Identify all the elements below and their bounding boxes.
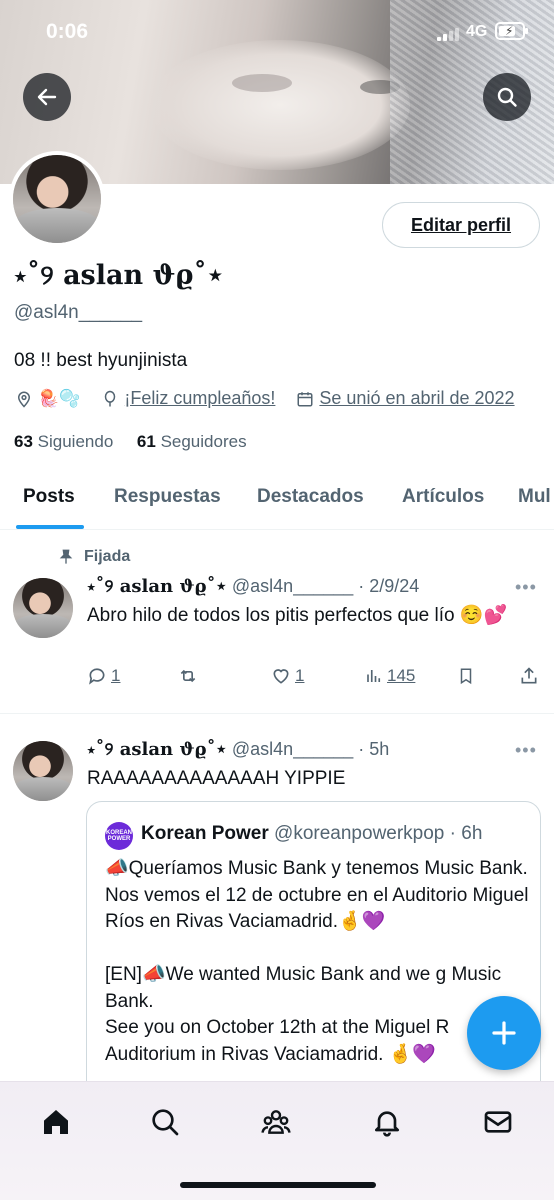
following-link[interactable]: 63 Siguiendo <box>14 432 113 451</box>
post-time[interactable]: · 5h <box>358 739 389 759</box>
status-bar: 0:06 4G ⚡ <box>0 0 554 64</box>
post-avatar[interactable] <box>13 578 73 638</box>
profile-bio: 08 !! best hyunjinista <box>14 350 188 371</box>
post-header: ⋆˚୨ aslan ϑϱ˚⋆ @asl4n______ · 5h <box>87 739 389 760</box>
home-icon <box>44 1110 68 1134</box>
post-header: ⋆˚୨ aslan ϑϱ˚⋆ @asl4n______ · 2/9/24 <box>87 576 419 597</box>
retweet-button[interactable] <box>177 666 199 686</box>
nav-explore[interactable] <box>145 1102 185 1142</box>
profile-meta: 🪼🫧 ¡Feliz cumpleaños! Se unió en abril d… <box>14 388 515 409</box>
pinned-label: Fijada <box>58 548 130 566</box>
signal-icon <box>437 27 459 41</box>
profile-tabs: Posts Respuestas Destacados Artículos Mu… <box>0 470 554 530</box>
like-count: 1 <box>295 666 305 685</box>
active-tab-indicator <box>16 525 84 529</box>
compose-button[interactable] <box>467 996 541 1070</box>
profile-avatar[interactable] <box>9 151 105 247</box>
views-count: 145 <box>387 666 416 685</box>
quote-avatar[interactable]: KOREAN POWER <box>105 822 133 850</box>
bookmark-icon <box>460 668 472 685</box>
bell-icon <box>375 1111 399 1137</box>
tab-articles[interactable]: Artículos <box>402 486 484 508</box>
quote-author-handle: @koreanpowerkpop <box>274 823 445 844</box>
reply-button[interactable]: 1 <box>87 666 120 686</box>
quote-author-name: Korean Power <box>141 823 269 844</box>
quote-header: Korean Power @koreanpowerkpop · 6h <box>141 823 482 845</box>
pin-icon <box>59 549 73 564</box>
bookmark-button[interactable] <box>457 666 475 686</box>
post-time[interactable]: · 2/9/24 <box>358 576 419 596</box>
tab-replies[interactable]: Respuestas <box>114 486 221 508</box>
calendar-icon <box>295 389 315 409</box>
back-button[interactable] <box>23 73 71 121</box>
nav-communities[interactable] <box>256 1102 296 1142</box>
banner-cat-eye <box>232 74 292 92</box>
profile-handle: @asl4n______ <box>14 302 143 323</box>
post-avatar[interactable] <box>13 741 73 801</box>
status-time: 0:06 <box>46 20 89 43</box>
location-icon <box>14 389 34 409</box>
avatar-hood <box>13 777 73 801</box>
post-author-name[interactable]: ⋆˚୨ aslan ϑϱ˚⋆ <box>87 576 227 597</box>
charging-icon: ⚡ <box>505 24 514 38</box>
views-button[interactable]: 145 <box>365 666 415 686</box>
profile-location: 🪼🫧 <box>38 388 81 408</box>
post-more-button[interactable]: ••• <box>515 740 537 761</box>
follow-stats: 63 Siguiendo 61 Seguidores <box>14 432 247 452</box>
profile-birthday-link[interactable]: ¡Feliz cumpleaños! <box>124 388 275 409</box>
post-author-handle[interactable]: @asl4n______ <box>232 576 353 596</box>
share-icon <box>521 667 537 684</box>
like-button[interactable]: 1 <box>271 666 304 686</box>
tab-highlights[interactable]: Destacados <box>257 486 364 508</box>
post-divider <box>0 713 554 714</box>
like-icon <box>273 669 289 684</box>
home-indicator <box>180 1182 376 1188</box>
share-button[interactable] <box>519 666 539 686</box>
post-more-button[interactable]: ••• <box>515 577 537 598</box>
retweet-icon <box>180 669 196 683</box>
reply-icon <box>89 668 105 685</box>
post-text: Abro hilo de todos los pitis perfectos q… <box>87 605 508 626</box>
edit-profile-button[interactable]: Editar perfil <box>382 202 540 248</box>
reply-count: 1 <box>111 666 121 685</box>
tab-posts[interactable]: Posts <box>23 486 75 508</box>
avatar-hood <box>13 614 73 638</box>
search-icon <box>152 1109 179 1136</box>
profile-display-name: ⋆˚୨ aslan ϑϱ˚⋆ <box>14 260 224 291</box>
communities-icon <box>261 1110 291 1134</box>
tab-media[interactable]: Mul <box>518 486 551 508</box>
back-arrow-icon <box>37 88 57 106</box>
post-text: RAAAAAAAAAAAAAH YIPPIE <box>87 768 346 789</box>
views-icon <box>367 670 381 682</box>
post-author-name[interactable]: ⋆˚୨ aslan ϑϱ˚⋆ <box>87 739 227 760</box>
avatar-hood <box>13 207 101 243</box>
followers-link[interactable]: 61 Seguidores <box>137 432 247 451</box>
search-icon <box>497 87 517 107</box>
profile-joined-link[interactable]: Se unió en abril de 2022 <box>319 388 514 409</box>
quote-time: · 6h <box>449 823 483 844</box>
nav-notifications[interactable] <box>367 1102 407 1142</box>
quoted-post[interactable]: KOREAN POWER Korean Power @koreanpowerkp… <box>86 801 541 1121</box>
nav-messages[interactable] <box>478 1102 518 1142</box>
post-author-handle[interactable]: @asl4n______ <box>232 739 353 759</box>
balloon-icon <box>100 389 120 409</box>
compose-plus-icon <box>492 1021 516 1045</box>
mail-icon <box>484 1111 512 1133</box>
nav-home[interactable] <box>36 1102 76 1142</box>
network-type: 4G <box>466 23 488 40</box>
post-actions: 1 1 145 <box>87 666 542 692</box>
search-button[interactable] <box>483 73 531 121</box>
